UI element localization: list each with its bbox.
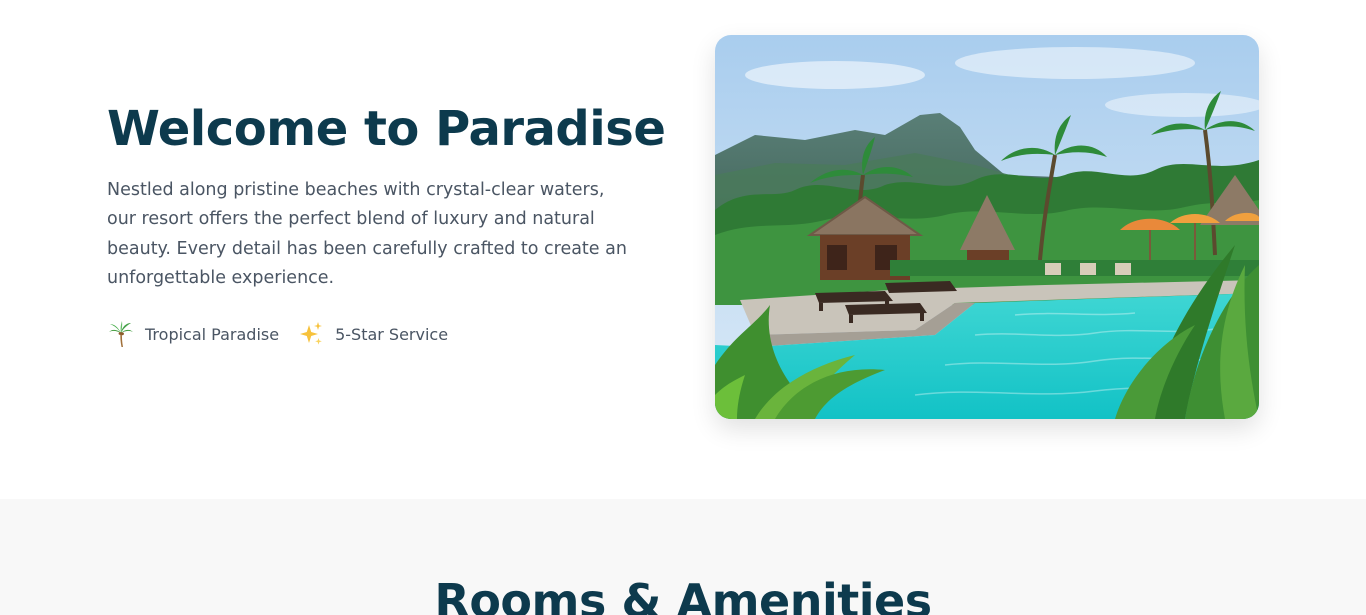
feature-tropical-paradise: Tropical Paradise (107, 320, 279, 348)
welcome-description: Nestled along pristine beaches with crys… (107, 180, 627, 288)
welcome-section: Welcome to Paradise Nestled along pristi… (0, 0, 1366, 499)
feature-label: Tropical Paradise (145, 324, 280, 344)
welcome-title: Welcome to Paradise (107, 101, 666, 157)
feature-list: Tropical Paradise 5-Star Service (107, 320, 667, 348)
rooms-title: Rooms & Amenities (434, 574, 932, 615)
feature-five-star-service: 5-Star Service (297, 320, 448, 348)
welcome-text-block: Welcome to Paradise Nestled along pristi… (107, 96, 667, 348)
feature-label: 5-Star Service (335, 324, 449, 344)
rooms-section: Rooms & Amenities (0, 499, 1366, 615)
sparkles-icon (297, 320, 325, 348)
palm-tree-icon (107, 320, 135, 348)
resort-pool-image (715, 35, 1259, 419)
